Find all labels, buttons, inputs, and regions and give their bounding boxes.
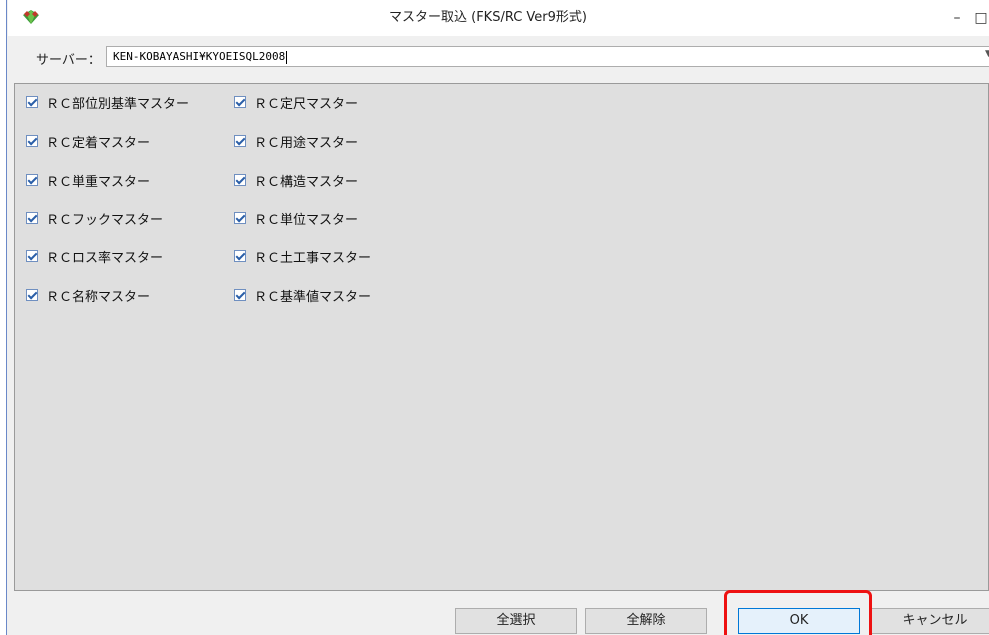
checkbox-rc-standard-value[interactable]: ＲＣ基準値マスター	[234, 286, 372, 305]
checkbox-checked-icon[interactable]	[26, 135, 38, 147]
checkbox-label: ＲＣ定尺マスター	[254, 96, 359, 112]
checkbox-checked-icon[interactable]	[234, 96, 246, 108]
checkbox-label: ＲＣ名称マスター	[46, 289, 151, 305]
checkbox-checked-icon[interactable]	[234, 250, 246, 262]
checkbox-label: ＲＣ単重マスター	[46, 174, 151, 190]
checkbox-checked-icon[interactable]	[26, 289, 38, 301]
checkbox-label: ＲＣ基準値マスター	[254, 289, 372, 305]
checkbox-label: ＲＣ構造マスター	[254, 174, 359, 190]
checkbox-rc-usage[interactable]: ＲＣ用途マスター	[234, 132, 359, 151]
checkbox-checked-icon[interactable]	[234, 174, 246, 186]
ok-button[interactable]: OK	[738, 608, 860, 634]
checkbox-label: ＲＣ定着マスター	[46, 135, 151, 151]
master-checkbox-panel: ＲＣ部位別基準マスター ＲＣ定着マスター ＲＣ単重マスター ＲＣフックマスター …	[14, 83, 989, 591]
checkbox-label: ＲＣ単位マスター	[254, 212, 359, 228]
checkbox-rc-unit[interactable]: ＲＣ単位マスター	[234, 209, 359, 228]
checkbox-checked-icon[interactable]	[26, 212, 38, 224]
checkbox-rc-fixed-length[interactable]: ＲＣ定尺マスター	[234, 93, 359, 112]
checkbox-label: ＲＣ用途マスター	[254, 135, 359, 151]
checkbox-rc-anchorage[interactable]: ＲＣ定着マスター	[26, 132, 151, 151]
checkbox-rc-hook[interactable]: ＲＣフックマスター	[26, 209, 164, 228]
checkbox-checked-icon[interactable]	[234, 135, 246, 147]
cancel-button[interactable]: キャンセル	[870, 608, 989, 634]
title-bar[interactable]: マスター取込 (FKS/RC Ver9形式) – □ ✕	[8, 0, 989, 36]
text-caret	[286, 50, 288, 64]
checkbox-rc-structure[interactable]: ＲＣ構造マスター	[234, 171, 359, 190]
checkbox-label: ＲＣロス率マスター	[46, 250, 164, 266]
checkbox-checked-icon[interactable]	[26, 96, 38, 108]
checkbox-rc-unit-weight[interactable]: ＲＣ単重マスター	[26, 171, 151, 190]
server-value: KEN-KOBAYASHI¥KYOEISQL2008	[113, 50, 286, 63]
maximize-button[interactable]: □	[970, 0, 989, 36]
checkbox-label: ＲＣフックマスター	[46, 212, 164, 228]
chevron-down-icon[interactable]: ▼	[985, 49, 989, 59]
select-all-button[interactable]: 全選択	[455, 608, 577, 634]
checkbox-checked-icon[interactable]	[234, 289, 246, 301]
window-left-edge	[0, 0, 7, 635]
checkbox-checked-icon[interactable]	[26, 250, 38, 262]
deselect-all-button[interactable]: 全解除	[585, 608, 707, 634]
checkbox-rc-name[interactable]: ＲＣ名称マスター	[26, 286, 151, 305]
checkbox-label: ＲＣ部位別基準マスター	[46, 96, 190, 112]
server-row: サーバー： KEN-KOBAYASHI¥KYOEISQL2008 ▼	[8, 36, 989, 76]
window-title: マスター取込 (FKS/RC Ver9形式)	[388, 10, 587, 25]
checkbox-checked-icon[interactable]	[234, 212, 246, 224]
checkbox-rc-part-standard[interactable]: ＲＣ部位別基準マスター	[26, 93, 190, 112]
minimize-button[interactable]: –	[946, 0, 968, 36]
checkbox-rc-loss-rate[interactable]: ＲＣロス率マスター	[26, 247, 164, 266]
master-import-window: マスター取込 (FKS/RC Ver9形式) – □ ✕ サーバー： KEN-K…	[0, 0, 989, 635]
server-combobox[interactable]: KEN-KOBAYASHI¥KYOEISQL2008	[106, 46, 989, 67]
checkbox-label: ＲＣ土工事マスター	[254, 250, 372, 266]
checkbox-rc-earthwork[interactable]: ＲＣ土工事マスター	[234, 247, 372, 266]
server-label: サーバー：	[36, 53, 101, 68]
checkbox-checked-icon[interactable]	[26, 174, 38, 186]
